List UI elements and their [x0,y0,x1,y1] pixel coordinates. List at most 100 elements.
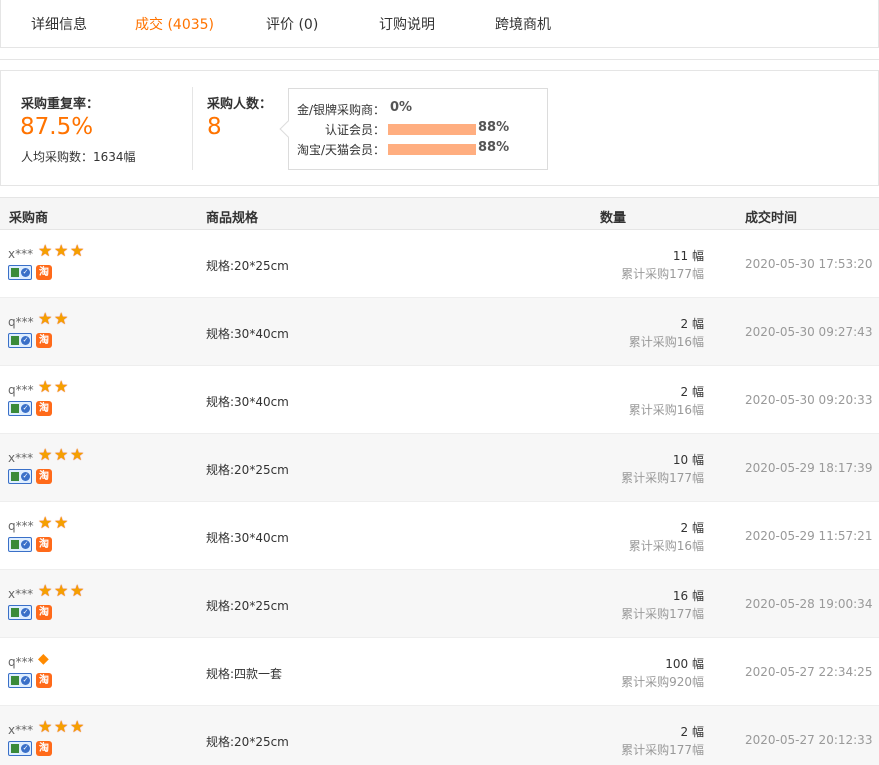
product-spec: 规格:20*25cm [206,599,289,613]
breakdown-value: 88% [478,120,510,135]
table-row: q*** ★ ★ ✓ 淘 规格:30*40cm 2 幅累计采购16幅 2020-05-29 1… [0,502,879,570]
star-level-icon: ★ [54,581,69,600]
transaction-time: 2020-05-30 09:27:43 [745,325,873,339]
tab-transactions[interactable]: 成交 (4035) [135,14,214,34]
quantity: 10 幅 [672,453,704,467]
breakdown-bar [388,144,476,155]
table-row: x*** ★ ★ ★ ✓ 淘规格:20*25cm 2 幅累计采购177幅 2020-05-27… [0,706,879,765]
buyer-count-value: 8 [207,114,222,140]
star-level-icon: ★ [38,241,53,260]
buyer-level: ★ ★ [38,379,70,397]
taobao-member-icon: 淘 [36,469,52,484]
verified-member-icon: ✓ [8,401,32,416]
product-spec: 规格:30*40cm [206,327,289,341]
stats-divider [192,87,193,170]
quantity: 2 幅 [680,385,704,399]
tab-reviews[interactable]: 评价 (0) [266,14,318,34]
cumulative-purchase: 累计采购920幅 [621,675,704,689]
col-time: 成交时间 [745,211,798,226]
buyer-name[interactable]: x*** [8,247,33,261]
table-row: x*** ★ ★ ★ ✓ 淘规格:20*25cm 11 幅累计采购177幅 2020-05-3… [0,230,879,298]
table-row: x*** ★ ★ ★ ✓ 淘规格:20*25cm 16 幅累计采购177幅 2020-05-2… [0,570,879,638]
star-level-icon: ★ [38,717,53,736]
tab-details[interactable]: 详细信息 [31,14,87,34]
star-level-icon: ★ [70,581,85,600]
table-row: q*** ★ ★ ✓ 淘 规格:30*40cm 2 幅累计采购16幅 2020-05-30 0… [0,366,879,434]
buyer-level: ★ ★ ★ [38,719,86,737]
col-quantity: 数量 [600,211,627,226]
buyer-name[interactable]: q*** [8,383,34,397]
transaction-time: 2020-05-29 18:17:39 [745,461,873,475]
star-level-icon: ★ [70,445,85,464]
cumulative-purchase: 累计采购16幅 [628,335,704,349]
tab-separator [0,48,879,60]
col-spec: 商品规格 [206,211,259,226]
verified-member-icon: ✓ [8,537,32,552]
star-level-icon: ★ [54,377,69,396]
taobao-member-icon: 淘 [36,265,52,280]
product-spec: 规格:20*25cm [206,463,289,477]
taobao-member-icon: 淘 [36,537,52,552]
repeat-rate-value: 87.5% [20,114,94,140]
tab-cross-border[interactable]: 跨境商机 [495,14,551,34]
verified-member-icon: ✓ [8,265,32,280]
tab-order-instructions[interactable]: 订购说明 [379,14,435,34]
buyer-name[interactable]: x*** [8,451,33,465]
quantity: 2 幅 [680,521,704,535]
product-spec: 规格:30*40cm [206,395,289,409]
star-level-icon: ★ [38,377,53,396]
product-spec: 规格:20*25cm [206,259,289,273]
quantity: 16 幅 [672,589,704,603]
star-level-icon: ★ [38,445,53,464]
buyer-name[interactable]: q*** [8,655,34,669]
buyer-name[interactable]: x*** [8,723,33,737]
cumulative-purchase: 累计采购16幅 [628,403,704,417]
purchase-stats-panel: 采购重复率： 87.5% 人均采购数：1634幅 采购人数： 8 金/银牌采购商… [0,70,879,186]
taobao-member-icon: 淘 [36,401,52,416]
star-level-icon: ★ [38,581,53,600]
taobao-member-icon: 淘 [36,673,52,688]
table-row: x*** ★ ★ ★ ✓ 淘规格:20*25cm 10 幅累计采购177幅 2020-05-2… [0,434,879,502]
cumulative-purchase: 累计采购177幅 [621,607,704,621]
star-level-icon: ★ [70,241,85,260]
taobao-member-icon: 淘 [36,605,52,620]
diamond-level-icon: ◆ [38,651,49,667]
buyer-level: ★ ★ [38,311,70,329]
cumulative-purchase: 累计采购177幅 [621,743,704,757]
breakdown-value: 0% [390,100,413,115]
verified-member-icon: ✓ [8,673,32,688]
product-spec: 规格:20*25cm [206,735,289,749]
verified-member-icon: ✓ [8,741,32,756]
buyer-name[interactable]: q*** [8,315,34,329]
quantity: 2 幅 [680,317,704,331]
buyer-count-label: 采购人数： [207,97,273,112]
breakdown-label: 金/银牌采购商： [296,103,385,117]
buyer-name[interactable]: q*** [8,519,34,533]
star-level-icon: ★ [54,241,69,260]
buyer-name[interactable]: x*** [8,587,33,601]
star-level-icon: ★ [54,717,69,736]
breakdown-row-gold: 金/银牌采购商： 0% [289,99,547,117]
verified-member-icon: ✓ [8,605,32,620]
buyer-level: ◆ [38,651,54,669]
buyer-level: ★ ★ ★ [38,243,86,261]
buyer-breakdown-popover: 金/银牌采购商： 0% 认证会员： 88% 淘宝/天猫会员： 88% [279,88,548,170]
star-level-icon: ★ [54,309,69,328]
transaction-time: 2020-05-29 11:57:21 [745,529,873,543]
star-level-icon: ★ [54,445,69,464]
product-spec: 规格:30*40cm [206,531,289,545]
col-buyer: 采购商 [9,211,49,226]
transaction-time: 2020-05-27 22:34:25 [745,665,873,679]
cumulative-purchase: 累计采购16幅 [628,539,704,553]
quantity: 100 幅 [665,657,704,671]
taobao-member-icon: 淘 [36,741,52,756]
transaction-time: 2020-05-28 19:00:34 [745,597,873,611]
breakdown-row-verified: 认证会员： 88% [289,119,547,137]
avg-purchase-label: 人均采购数：1634幅 [21,150,136,164]
breakdown-value: 88% [478,140,510,155]
star-level-icon: ★ [54,513,69,532]
buyer-level: ★ ★ ★ [38,583,86,601]
transactions-table-header: 采购商 商品规格 数量 成交时间 [0,197,879,230]
repeat-rate-label: 采购重复率： [21,97,100,112]
star-level-icon: ★ [70,717,85,736]
